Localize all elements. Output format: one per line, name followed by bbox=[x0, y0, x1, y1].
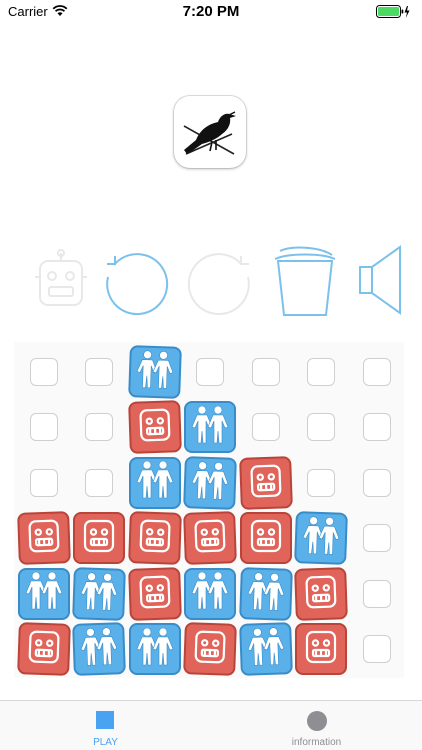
empty-slot[interactable] bbox=[307, 357, 336, 386]
status-bar: Carrier 7:20 PM bbox=[0, 0, 422, 24]
twins-tile[interactable] bbox=[183, 455, 238, 510]
empty-slot[interactable] bbox=[29, 413, 58, 442]
twins-tile[interactable] bbox=[72, 622, 127, 677]
twins-tile[interactable] bbox=[184, 567, 237, 620]
tab-play-label: PLAY bbox=[93, 737, 118, 748]
twins-tile[interactable] bbox=[238, 566, 293, 621]
robot-face-icon bbox=[302, 572, 341, 616]
sound-button[interactable] bbox=[346, 244, 416, 320]
empty-slot[interactable] bbox=[362, 413, 391, 442]
robot-face-icon bbox=[247, 517, 285, 560]
robot-tile[interactable] bbox=[16, 622, 71, 677]
tab-information[interactable]: information bbox=[211, 701, 422, 750]
bird-logo-icon bbox=[174, 111, 246, 168]
empty-slot[interactable] bbox=[362, 468, 391, 497]
empty-slot[interactable] bbox=[85, 357, 114, 386]
empty-slot[interactable] bbox=[196, 357, 225, 386]
twins-icon bbox=[298, 513, 344, 564]
empty-slot[interactable] bbox=[251, 357, 280, 386]
trash-icon bbox=[272, 243, 338, 322]
robot-face-icon bbox=[302, 628, 340, 671]
robot-tile[interactable] bbox=[238, 455, 293, 510]
empty-slot[interactable] bbox=[29, 468, 58, 497]
tab-bar: PLAY information bbox=[0, 700, 422, 750]
robot-icon bbox=[32, 248, 90, 316]
status-time: 7:20 PM bbox=[182, 3, 240, 20]
empty-slot[interactable] bbox=[307, 413, 336, 442]
robot-face-icon bbox=[135, 516, 174, 560]
robot-tile[interactable] bbox=[73, 512, 126, 565]
empty-slot[interactable] bbox=[362, 524, 391, 553]
undo-arrow-icon bbox=[100, 245, 170, 320]
twins-icon bbox=[133, 625, 177, 674]
robot-face-icon bbox=[24, 516, 63, 560]
empty-slot[interactable] bbox=[85, 413, 114, 442]
battery-icon bbox=[376, 5, 412, 19]
twins-tile[interactable] bbox=[127, 344, 182, 399]
redo-arrow-icon bbox=[186, 245, 256, 320]
empty-slot[interactable] bbox=[29, 357, 58, 386]
empty-slot[interactable] bbox=[362, 579, 391, 608]
twins-icon bbox=[243, 568, 289, 619]
robot-tile[interactable] bbox=[183, 622, 238, 677]
empty-slot[interactable] bbox=[251, 413, 280, 442]
robot-tile[interactable] bbox=[295, 623, 348, 676]
square-icon bbox=[96, 711, 114, 729]
robot-face-icon bbox=[191, 516, 230, 560]
robot-face-icon bbox=[135, 405, 174, 449]
robot-tile[interactable] bbox=[16, 511, 71, 566]
robot-tile[interactable] bbox=[239, 512, 292, 565]
twins-tile[interactable] bbox=[128, 623, 181, 676]
robot-button[interactable] bbox=[26, 246, 96, 318]
twins-icon bbox=[76, 568, 122, 619]
twins-tile[interactable] bbox=[238, 622, 293, 677]
game-board[interactable] bbox=[14, 342, 404, 678]
twins-icon bbox=[188, 403, 232, 452]
twins-icon bbox=[243, 624, 289, 675]
speaker-icon bbox=[356, 244, 406, 320]
undo-button[interactable] bbox=[100, 246, 170, 318]
twins-icon bbox=[133, 458, 177, 507]
robot-tile[interactable] bbox=[127, 511, 182, 566]
empty-slot[interactable] bbox=[362, 357, 391, 386]
twins-tile[interactable] bbox=[184, 401, 237, 454]
twins-icon bbox=[188, 569, 232, 618]
tab-information-label: information bbox=[291, 737, 342, 748]
twins-icon bbox=[22, 569, 66, 618]
redo-button[interactable] bbox=[186, 246, 256, 318]
robot-tile[interactable] bbox=[127, 400, 182, 455]
empty-slot[interactable] bbox=[85, 468, 114, 497]
twins-tile[interactable] bbox=[72, 566, 127, 621]
empty-slot[interactable] bbox=[362, 635, 391, 664]
twins-icon bbox=[132, 346, 178, 397]
robot-tile[interactable] bbox=[183, 511, 238, 566]
tab-play[interactable]: PLAY bbox=[0, 701, 211, 750]
circle-icon bbox=[307, 711, 327, 731]
twins-tile[interactable] bbox=[128, 456, 181, 509]
twins-icon bbox=[187, 457, 233, 508]
app-logo bbox=[174, 96, 246, 168]
robot-face-icon bbox=[135, 572, 174, 616]
robot-face-icon bbox=[246, 461, 285, 505]
robot-face-icon bbox=[24, 627, 63, 671]
twins-tile[interactable] bbox=[294, 511, 349, 566]
robot-face-icon bbox=[80, 517, 118, 560]
empty-slot[interactable] bbox=[307, 468, 336, 497]
robot-tile[interactable] bbox=[127, 566, 182, 621]
twins-tile[interactable] bbox=[17, 567, 70, 620]
robot-tile[interactable] bbox=[294, 566, 349, 621]
trash-button[interactable] bbox=[270, 246, 340, 318]
twins-icon bbox=[76, 624, 122, 675]
robot-face-icon bbox=[191, 627, 230, 671]
